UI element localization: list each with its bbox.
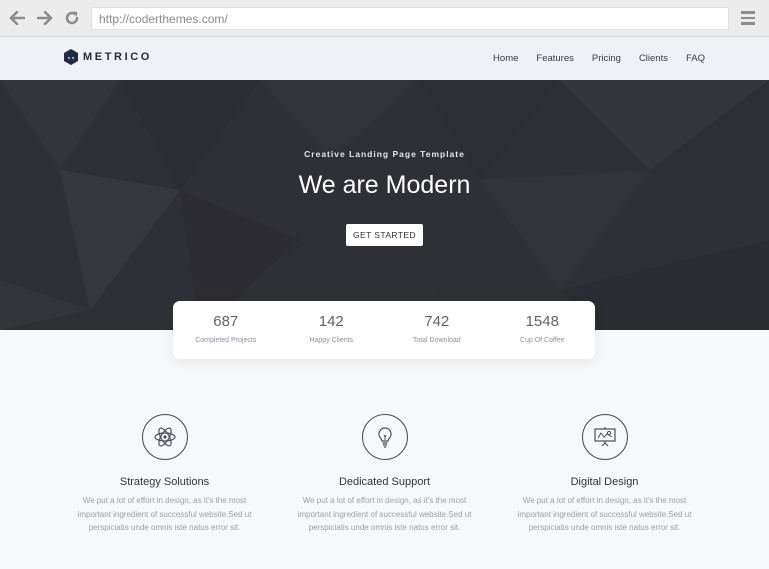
forward-arrow-icon[interactable] — [35, 9, 55, 27]
feature-description: We put a lot of effort in design, as it'… — [297, 496, 472, 532]
hero-title: We are Modern — [298, 171, 471, 199]
logo[interactable]: METRICO — [64, 49, 152, 65]
stat-total-download: 742 Total Download — [384, 301, 490, 359]
stat-cup-of-coffee: 1548 Cup Of Coffee — [490, 301, 596, 359]
nav-clients-link[interactable]: Clients — [639, 53, 668, 64]
reload-icon[interactable] — [62, 9, 82, 27]
stat-completed-projects: 687 Completed Projects — [173, 301, 279, 359]
brand-name: METRICO — [83, 51, 152, 63]
presentation-board-icon — [581, 414, 628, 460]
hamburger-menu-icon[interactable] — [741, 11, 755, 25]
back-arrow-icon[interactable] — [7, 9, 27, 27]
stats-card: 687 Completed Projects 142 Happy Clients… — [173, 301, 595, 359]
stat-happy-clients: 142 Happy Clients — [279, 301, 385, 359]
stat-value: 1548 — [525, 313, 559, 330]
stat-value: 742 — [424, 313, 450, 330]
stat-label: Happy Clients — [309, 337, 354, 344]
stat-label: Total Download — [412, 337, 461, 344]
main-nav: Home Features Pricing Clients FAQ — [475, 37, 705, 80]
features-section: Strategy Solutions We put a lot of effor… — [55, 414, 714, 535]
stat-value: 142 — [318, 313, 344, 330]
get-started-button[interactable]: GET STARTED — [346, 224, 423, 246]
browser-toolbar — [0, 0, 769, 37]
stat-label: Completed Projects — [195, 337, 257, 344]
hero-section: Creative Landing Page Template We are Mo… — [0, 80, 769, 330]
feature-title: Digital Design — [570, 476, 639, 488]
nav-faq-link[interactable]: FAQ — [686, 53, 705, 64]
nav-home-link[interactable]: Home — [493, 53, 518, 64]
feature-item: Strategy Solutions We put a lot of effor… — [55, 414, 274, 535]
feature-title: Strategy Solutions — [119, 476, 210, 488]
nav-features-link[interactable]: Features — [536, 53, 574, 64]
stat-value: 687 — [213, 313, 239, 330]
polygon-background — [0, 80, 769, 330]
hero-subtitle: Creative Landing Page Template — [304, 149, 465, 159]
feature-item: Dedicated Support We put a lot of effort… — [275, 414, 494, 535]
address-bar-input[interactable] — [91, 7, 729, 30]
nav-pricing-link[interactable]: Pricing — [592, 53, 621, 64]
feature-description: We put a lot of effort in design, as it'… — [77, 496, 252, 532]
stat-label: Cup Of Coffee — [519, 337, 565, 344]
hexagon-logo-icon — [64, 49, 78, 65]
lightbulb-icon — [361, 414, 408, 460]
feature-title: Dedicated Support — [338, 476, 431, 488]
feature-description: We put a lot of effort in design, as it'… — [517, 496, 692, 532]
atom-icon — [141, 414, 188, 460]
site-header: METRICO Home Features Pricing Clients FA… — [0, 37, 769, 80]
feature-item: Digital Design We put a lot of effort in… — [495, 414, 714, 535]
